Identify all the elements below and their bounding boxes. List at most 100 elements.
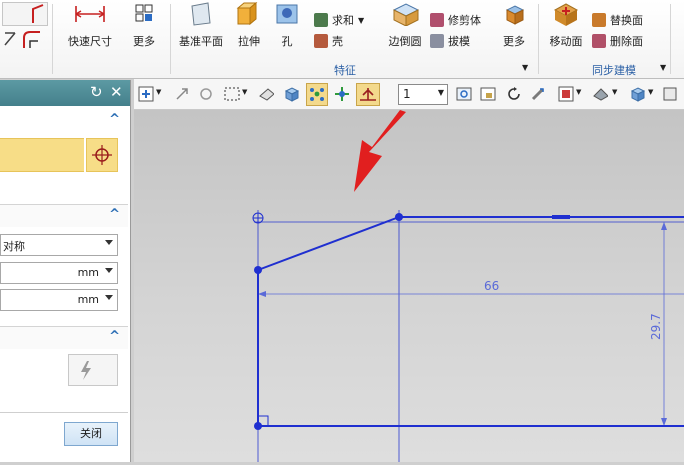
collapse-chevron-icon[interactable]: ^ (109, 112, 120, 127)
symmetry-select-value: 对称 (3, 240, 25, 253)
dropdown-arrow-icon-5[interactable]: ▼ (648, 88, 653, 96)
snap-toggle-active[interactable] (306, 83, 328, 106)
dropdown-arrow-icon (105, 240, 113, 245)
symmetry-select[interactable]: 对称 (0, 234, 118, 256)
section-collapse-2[interactable]: ^ (0, 204, 128, 227)
zoom-window-icon[interactable] (480, 86, 496, 102)
delete-face-icon (592, 34, 606, 48)
close-button[interactable]: 关闭 (64, 422, 118, 446)
selection-filter-icon[interactable] (138, 86, 154, 102)
group-label-feature: 特征 (334, 64, 356, 77)
render-style-icon[interactable] (592, 86, 608, 102)
profile-chamfer-line[interactable] (257, 216, 400, 271)
snap-grid-icon (310, 88, 324, 101)
perpendicular-icon (360, 88, 376, 101)
trim-body-button[interactable]: 修剪体 (430, 12, 481, 28)
more-label-1: 更多 (133, 35, 155, 48)
pan-icon[interactable] (530, 86, 546, 102)
datum-plane-label: 基准平面 (179, 35, 223, 48)
unit-label-2: mm (77, 293, 99, 306)
hole-button[interactable]: 孔 (272, 2, 302, 49)
fit-view-icon[interactable] (456, 86, 472, 102)
scale-select-value: 1 (403, 87, 411, 101)
unit-label-1: mm (77, 266, 99, 279)
dropdown-arrow-icon (105, 295, 113, 300)
distance-input-2[interactable]: mm (0, 289, 118, 311)
point-dialog-button[interactable] (86, 138, 118, 172)
move-face-icon (553, 3, 579, 26)
shaded-cube-icon[interactable] (630, 86, 646, 102)
selection-field-highlight[interactable] (0, 138, 84, 172)
dialog-panel: ↻ ✕ ^ ^ 对称 mm mm ^ 关闭 (0, 80, 131, 462)
snap-point-icon[interactable] (174, 86, 190, 102)
group-dropdown-icon[interactable]: ▼ (522, 63, 528, 72)
offset-curve-icon[interactable] (20, 28, 42, 50)
edge-blend-button[interactable]: 边倒圆 (384, 2, 426, 49)
move-face-button[interactable]: 移动面 (544, 2, 588, 49)
reset-icon[interactable]: ↻ (90, 84, 103, 100)
sketch-constraint-toggle[interactable] (356, 83, 380, 106)
sketch-point[interactable] (254, 422, 262, 430)
section-collapse-3[interactable]: ^ (0, 326, 128, 349)
view-toolbar: ▼ ▼ 1 ▼ ▼ ▼ ▼ (134, 79, 684, 110)
scale-dropdown-icon: ▼ (437, 88, 444, 97)
constraint-icon[interactable] (2, 30, 18, 48)
delete-face-button[interactable]: 删除面 (592, 33, 643, 49)
scale-select[interactable]: 1 ▼ (398, 84, 448, 105)
dimension-label-horizontal[interactable]: 66 (484, 279, 499, 293)
hole-label: 孔 (281, 35, 293, 48)
orient-view-icon[interactable] (558, 86, 574, 102)
edge-blend-label: 边倒圆 (388, 35, 422, 48)
section-collapse-1[interactable]: ^ (0, 110, 128, 132)
rectangle-select-icon[interactable] (224, 86, 240, 102)
collapse-chevron-icon[interactable]: ^ (109, 329, 120, 344)
close-icon[interactable]: ✕ (110, 84, 123, 100)
distance-input-1[interactable]: mm (0, 262, 118, 284)
unite-dropdown-icon[interactable]: ▼ (358, 16, 364, 25)
lightning-icon (81, 361, 91, 380)
dropdown-arrow-icon-2[interactable]: ▼ (242, 88, 247, 96)
red-pointer-arrow-icon (354, 110, 406, 192)
dropdown-arrow-icon-4[interactable]: ▼ (612, 88, 617, 96)
shell-button[interactable]: 壳 (314, 33, 343, 49)
more-button-1[interactable]: 更多 (126, 2, 162, 49)
view-cube-icon[interactable] (284, 86, 300, 102)
rotate-icon[interactable] (506, 86, 522, 102)
sketch-point[interactable] (395, 213, 403, 221)
replace-face-icon (592, 13, 606, 27)
group-label-sync-modeling: 同步建模 (592, 64, 636, 77)
dialog-title-bar: ↻ ✕ (0, 80, 130, 106)
dimension-arrow-left (258, 291, 266, 297)
lightning-dropdown[interactable] (68, 354, 118, 386)
group-dropdown-icon-2[interactable]: ▼ (660, 63, 666, 72)
dropdown-arrow-icon-3[interactable]: ▼ (576, 88, 581, 96)
replace-face-button[interactable]: 替换面 (592, 12, 643, 28)
datum-plane-button[interactable]: 基准平面 (174, 2, 228, 49)
dimension-label-vertical[interactable]: 29.7 (649, 313, 663, 340)
snap-center-icon[interactable] (334, 86, 350, 102)
select-feature-icon[interactable] (198, 86, 214, 102)
edge-blend-icon (392, 3, 420, 27)
dropdown-arrow-icon (105, 268, 113, 273)
sketch-curve-icon[interactable] (2, 2, 48, 26)
quick-dimension-icon (75, 6, 105, 22)
more-cube-icon (505, 5, 525, 25)
more-button-2[interactable]: 更多 (496, 2, 532, 49)
draft-button[interactable]: 拔模 (430, 33, 470, 49)
graphics-window[interactable]: 66 29.7 (134, 110, 684, 462)
collapse-chevron-icon[interactable]: ^ (109, 207, 120, 222)
dropdown-arrow-icon[interactable]: ▼ (156, 88, 161, 96)
unite-button[interactable]: 求和 ▼ (314, 12, 364, 28)
ribbon: 快速尺寸 更多 基准平面 拉伸 孔 求和 ▼ 壳 边倒圆 修剪体 拔模 更多 移… (0, 0, 684, 79)
sketch-geometry: 66 29.7 (252, 110, 684, 462)
extrude-button[interactable]: 拉伸 (230, 1, 268, 49)
draft-label: 拔模 (448, 35, 470, 48)
unite-icon (314, 13, 328, 27)
sketch-point[interactable] (254, 266, 262, 274)
eraser-icon[interactable] (258, 86, 274, 102)
hole-icon (276, 4, 298, 24)
more-label-2: 更多 (503, 35, 525, 48)
layer-icon[interactable] (662, 86, 678, 102)
quick-dimension-button[interactable]: 快速尺寸 (62, 2, 118, 49)
delete-face-label: 删除面 (610, 35, 643, 48)
